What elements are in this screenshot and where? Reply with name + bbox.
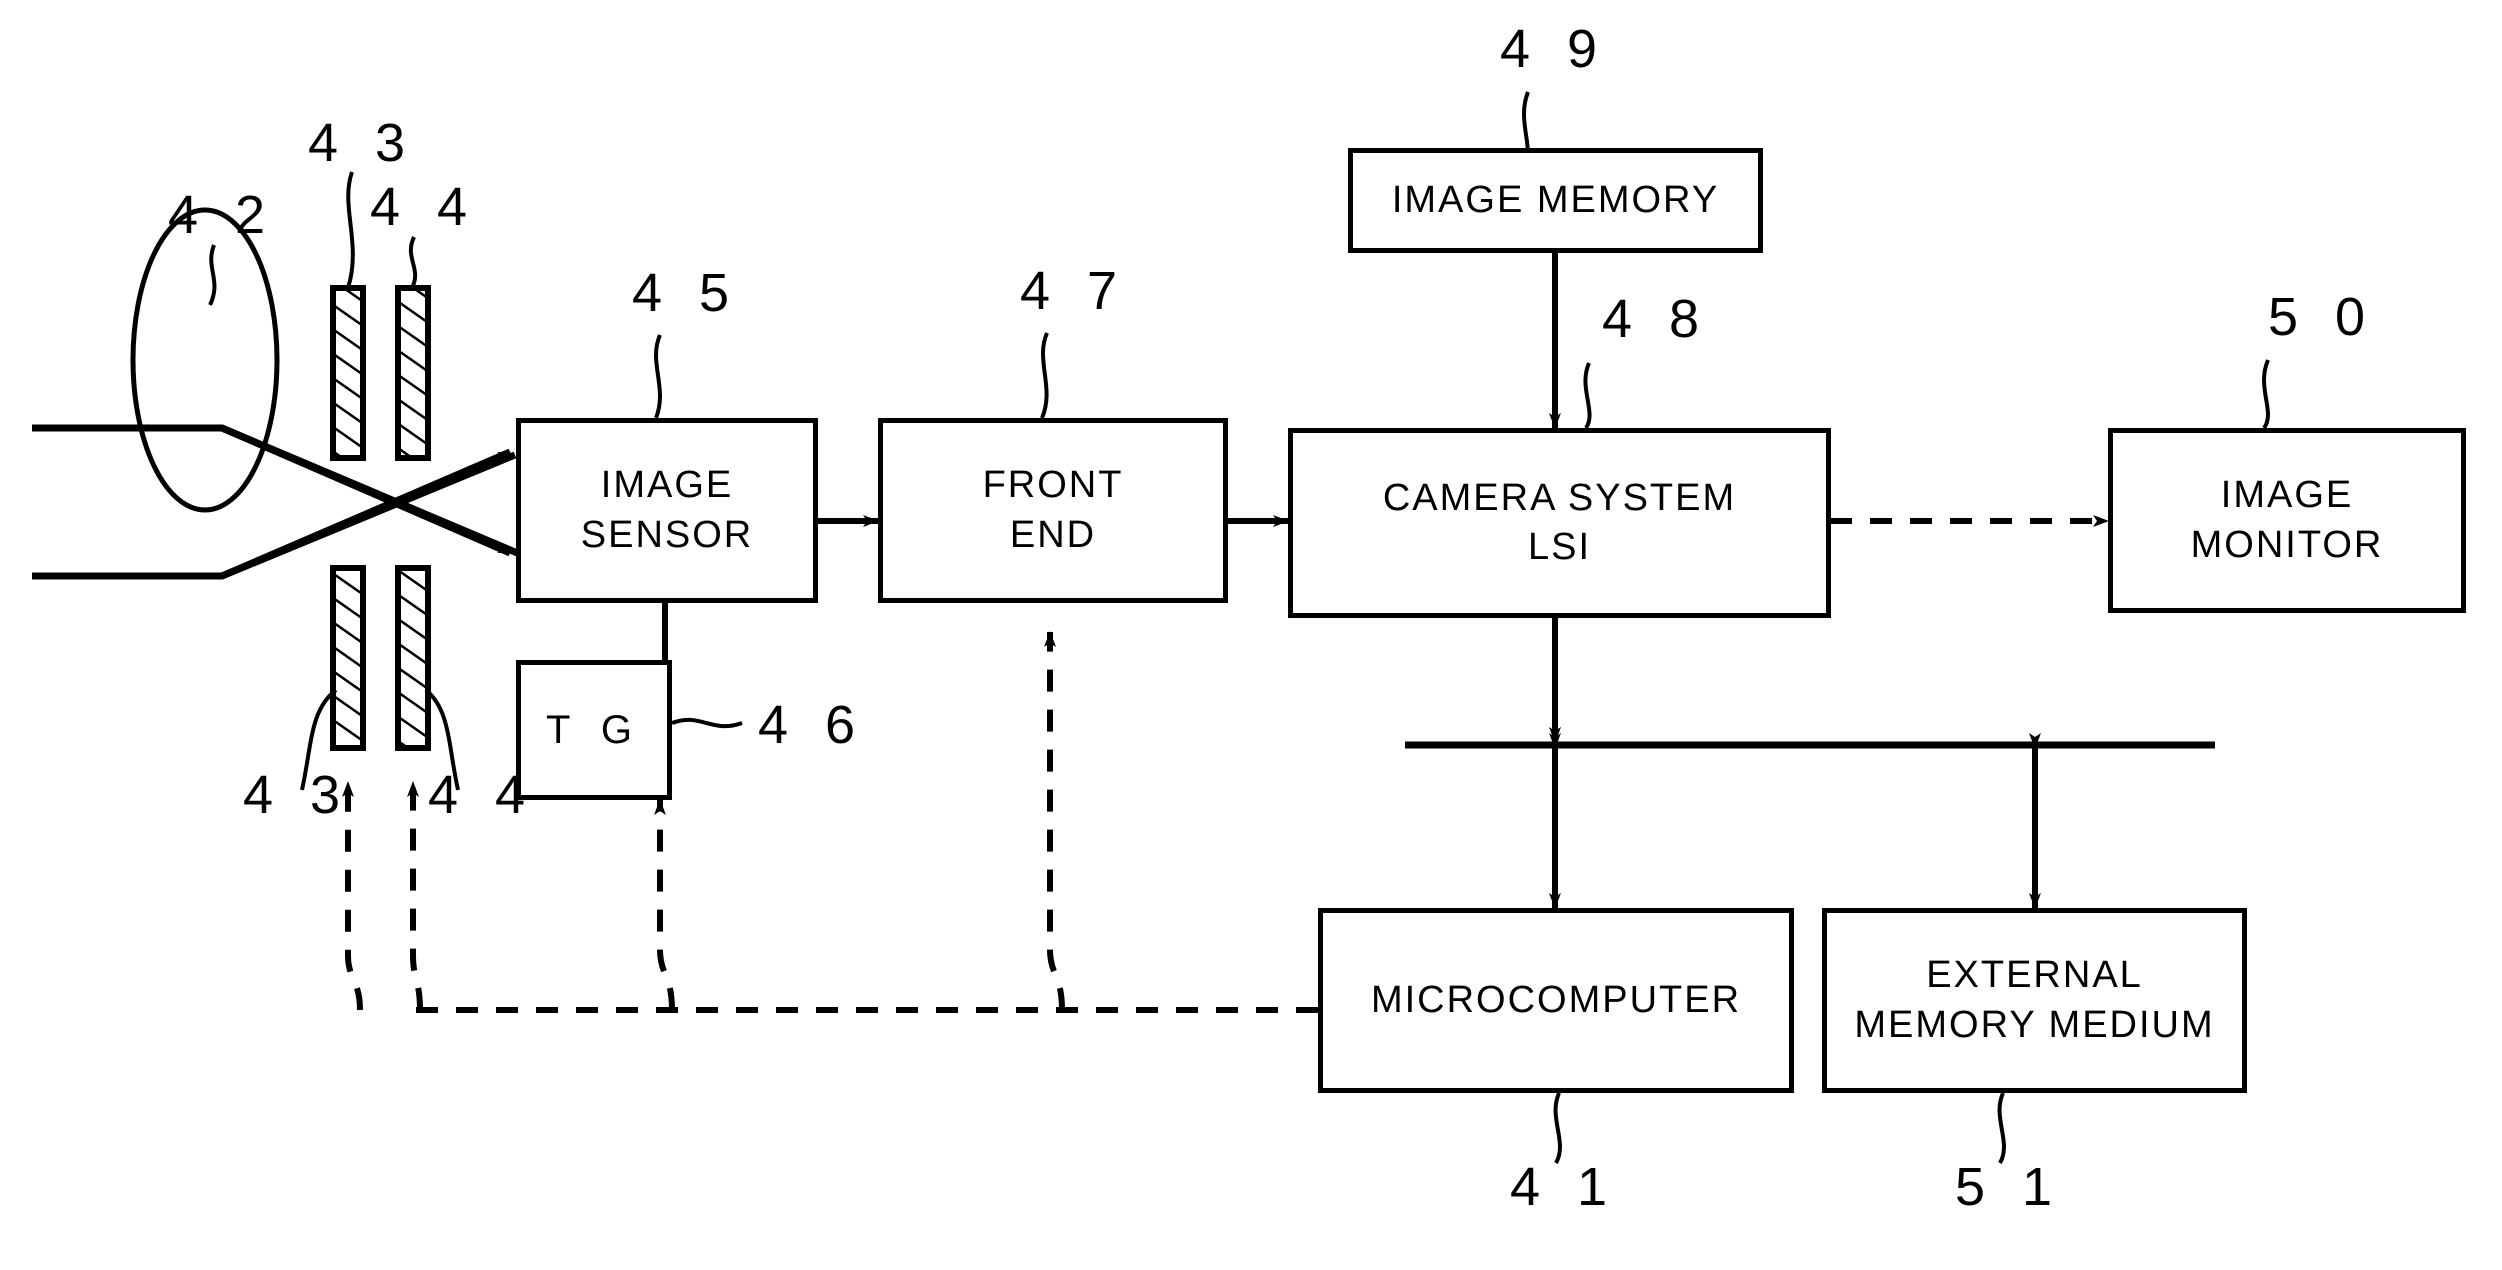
ref-numeral-48: 4 8 — [1602, 289, 1711, 349]
block-image-monitor[interactable]: IMAGE MONITOR — [2108, 428, 2466, 613]
ref-numeral-44-top: 4 4 — [370, 177, 479, 237]
ref-numeral-43-top: 4 3 — [308, 113, 417, 173]
optical-filter-43-lower — [330, 565, 366, 751]
block-image-sensor-label-1: IMAGE — [600, 464, 734, 507]
block-front-end-label-1: FRONT — [982, 464, 1124, 507]
block-image-monitor-label-2: MONITOR — [2190, 523, 2384, 566]
ref-numeral-51: 5 1 — [1955, 1157, 2064, 1217]
ref-numeral-50: 5 0 — [2268, 287, 2377, 347]
block-tg-label: T G — [546, 708, 642, 752]
block-camera-system-lsi-label-1: CAMERA SYSTEM — [1382, 476, 1737, 519]
optical-filter-44-lower — [395, 565, 431, 751]
block-external-memory-label-2: MEMORY MEDIUM — [1854, 1003, 2215, 1046]
ref-numeral-45: 4 5 — [632, 263, 741, 323]
block-external-memory-medium[interactable]: EXTERNAL MEMORY MEDIUM — [1822, 908, 2247, 1093]
block-microcomputer-label: MICROCOMPUTER — [1370, 978, 1742, 1021]
block-microcomputer[interactable]: MICROCOMPUTER — [1318, 908, 1794, 1093]
optical-filter-43-upper — [330, 285, 366, 461]
block-camera-system-lsi[interactable]: CAMERA SYSTEM LSI — [1288, 428, 1831, 618]
block-front-end-label-2: END — [1009, 513, 1097, 556]
block-image-memory[interactable]: IMAGE MEMORY — [1348, 148, 1763, 253]
ref-numeral-49: 4 9 — [1500, 19, 1609, 79]
block-image-monitor-label-1: IMAGE — [2220, 474, 2354, 517]
ref-numeral-42-lens: 4 2 — [168, 185, 277, 245]
light-ray-paths — [32, 424, 526, 580]
ref-numeral-41: 4 1 — [1510, 1157, 1619, 1217]
block-front-end[interactable]: FRONT END — [878, 418, 1228, 603]
ref-numeral-43-bottom: 4 3 — [243, 765, 352, 825]
block-image-memory-label: IMAGE MEMORY — [1391, 178, 1720, 221]
optical-filter-44-upper — [395, 285, 431, 461]
lens-optic — [130, 207, 280, 513]
block-image-sensor-label-2: SENSOR — [580, 513, 754, 556]
block-external-memory-label-1: EXTERNAL — [1926, 954, 2143, 997]
figure-canvas: IMAGE MEMORY 4 9 CAMERA SYSTEM LSI 4 8 I… — [0, 0, 2502, 1270]
ref-numeral-46: 4 6 — [758, 695, 867, 755]
block-image-sensor[interactable]: IMAGE SENSOR — [516, 418, 818, 603]
block-tg[interactable]: T G — [516, 660, 672, 800]
ref-numeral-44-bottom: 4 4 — [428, 765, 537, 825]
block-camera-system-lsi-label-2: LSI — [1527, 526, 1592, 568]
ref-numeral-47: 4 7 — [1020, 261, 1129, 321]
